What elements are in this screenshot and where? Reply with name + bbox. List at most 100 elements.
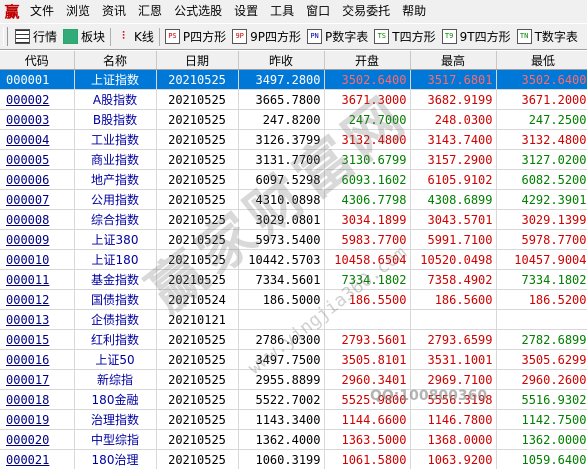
table-row[interactable]: 000002 A股指数 20210525 3665.7800 3671.3000 3682… [0,89,587,110]
name-cell[interactable]: 中型综指 [74,429,157,450]
table-row[interactable]: 000007 公用指数 20210525 4310.0898 4306.7798 4308… [0,189,587,210]
name-cell[interactable]: 上证380 [74,229,157,250]
menu-item-5[interactable]: 设置 [228,0,264,23]
prev-close-cell: 186.5000 [238,289,325,310]
table-row[interactable]: 000013 企债指数 20210121 [0,309,587,330]
menu-item-4[interactable]: 公式选股 [168,0,228,23]
name-cell[interactable]: 地产指数 [74,169,157,190]
name-cell[interactable]: 公用指数 [74,189,157,210]
column-header-4[interactable]: 开盘 [324,51,411,70]
code-cell[interactable]: 000013 [0,309,75,330]
toolbar-button-7[interactable]: T9 9T四方形 [439,26,514,48]
table-row[interactable]: 000008 综合指数 20210525 3029.0801 3034.1899 3043… [0,209,587,230]
code-cell[interactable]: 000009 [0,229,75,250]
column-header-0[interactable]: 代码 [0,51,75,70]
code-cell[interactable]: 000006 [0,169,75,190]
toolbar-button-3[interactable]: PS P四方形 [162,26,229,48]
code-cell[interactable]: 000012 [0,289,75,310]
name-cell[interactable]: 上证180 [74,249,157,270]
name-cell[interactable]: A股指数 [74,89,157,110]
column-header-2[interactable]: 日期 [156,51,239,70]
open-cell: 186.5500 [324,289,411,310]
name-cell[interactable]: 新综指 [74,369,157,390]
prev-close-cell: 1060.3199 [238,449,325,469]
low-cell: 1142.7500 [496,409,587,430]
toolbar-button-0[interactable]: 行情 [12,26,60,48]
toolbar-button-1[interactable]: 板块 [60,26,108,48]
name-cell[interactable]: 治理指数 [74,409,157,430]
toolbar-button-2[interactable]: ⫶ K线 [113,26,157,48]
name-cell[interactable]: 180金融 [74,389,157,410]
table-row[interactable]: 000003 B股指数 20210525 247.8200 247.7000 248.03… [0,109,587,130]
code-cell[interactable]: 000010 [0,249,75,270]
table-row[interactable]: 000009 上证380 20210525 5973.5400 5983.7700 599… [0,229,587,250]
table-row[interactable]: 000001 上证指数 20210525 3497.2800 3502.6400 3517… [0,69,587,90]
app-logo-icon[interactable]: 赢 [2,2,22,22]
table-row[interactable]: 000012 国债指数 20210524 186.5000 186.5500 186.56… [0,289,587,310]
code-cell[interactable]: 000004 [0,129,75,150]
prev-close-cell: 247.8200 [238,109,325,130]
toolbar-grip[interactable] [3,27,8,46]
table-row[interactable]: 000005 商业指数 20210525 3131.7700 3130.6799 3157… [0,149,587,170]
table-row[interactable]: 000017 新综指 20210525 2955.8899 2960.3401 2969.… [0,369,587,390]
code-cell[interactable]: 000003 [0,109,75,130]
table-row[interactable]: 000004 工业指数 20210525 3126.3799 3132.4800 3143… [0,129,587,150]
code-cell[interactable]: 000017 [0,369,75,390]
toolbar-button-6[interactable]: TS T四方形 [371,26,438,48]
code-cell[interactable]: 000015 [0,329,75,350]
code-cell[interactable]: 000019 [0,409,75,430]
code-cell[interactable]: 000007 [0,189,75,210]
toolbar-button-8[interactable]: TN T数字表 [514,26,581,48]
code-cell[interactable]: 000008 [0,209,75,230]
toolbar-button-4[interactable]: 9P 9P四方形 [229,26,304,48]
column-header-6[interactable]: 最低 [496,51,587,70]
table-row[interactable]: 000019 治理指数 20210525 1143.3400 1144.6600 1146… [0,409,587,430]
table-row[interactable]: 000021 180治理 20210525 1060.3199 1061.5800 106… [0,449,587,469]
table-row[interactable]: 000015 红利指数 20210525 2786.0300 2793.5601 2793… [0,329,587,350]
menu-item-9[interactable]: 帮助 [396,0,432,23]
name-cell[interactable]: 商业指数 [74,149,157,170]
name-cell[interactable]: 国债指数 [74,289,157,310]
table-row[interactable]: 000020 中型综指 20210525 1362.4000 1363.5000 1368… [0,429,587,450]
name-cell[interactable]: B股指数 [74,109,157,130]
open-cell: 247.7000 [324,109,411,130]
table-row[interactable]: 000018 180金融 20210525 5522.7002 5525.9800 555… [0,389,587,410]
name-cell[interactable]: 基金指数 [74,269,157,290]
column-header-5[interactable]: 最高 [410,51,497,70]
date-cell: 20210525 [156,109,239,130]
column-header-1[interactable]: 名称 [74,51,157,70]
menu-item-7[interactable]: 窗口 [300,0,336,23]
code-cell[interactable]: 000001 [0,69,75,90]
table-row[interactable]: 000011 基金指数 20210525 7334.5601 7334.1802 7358… [0,269,587,290]
column-header-3[interactable]: 昨收 [238,51,325,70]
date-cell: 20210525 [156,349,239,370]
menu-bar: 赢 文件 浏览 资讯 汇恩 公式选股 设置 工具 窗口 交易委托 帮助 [0,0,587,23]
date-cell: 20210525 [156,129,239,150]
code-cell[interactable]: 000002 [0,89,75,110]
name-cell[interactable]: 180治理 [74,449,157,469]
code-cell[interactable]: 000005 [0,149,75,170]
name-cell[interactable]: 红利指数 [74,329,157,350]
menu-item-2[interactable]: 资讯 [96,0,132,23]
code-cell[interactable]: 000016 [0,349,75,370]
table-row[interactable]: 000006 地产指数 20210525 6097.5298 6093.1602 6105… [0,169,587,190]
open-cell: 2793.5601 [324,329,411,350]
menu-item-3[interactable]: 汇恩 [132,0,168,23]
code-cell[interactable]: 000021 [0,449,75,469]
name-cell[interactable]: 工业指数 [74,129,157,150]
menu-item-0[interactable]: 文件 [24,0,60,23]
name-cell[interactable]: 上证50 [74,349,157,370]
code-cell[interactable]: 000018 [0,389,75,410]
menu-item-1[interactable]: 浏览 [60,0,96,23]
table-row[interactable]: 000010 上证180 20210525 10442.5703 10458.6504 1… [0,249,587,270]
code-cell[interactable]: 000020 [0,429,75,450]
name-cell[interactable]: 上证指数 [74,69,157,90]
name-cell[interactable]: 企债指数 [74,309,157,330]
toolbar-button-5[interactable]: PN P数字表 [304,26,371,48]
table-row[interactable]: 000016 上证50 20210525 3497.7500 3505.8101 3531… [0,349,587,370]
code-cell[interactable]: 000011 [0,269,75,290]
name-cell[interactable]: 综合指数 [74,209,157,230]
high-cell: 3143.7400 [410,129,497,150]
menu-item-8[interactable]: 交易委托 [336,0,396,23]
menu-item-6[interactable]: 工具 [264,0,300,23]
